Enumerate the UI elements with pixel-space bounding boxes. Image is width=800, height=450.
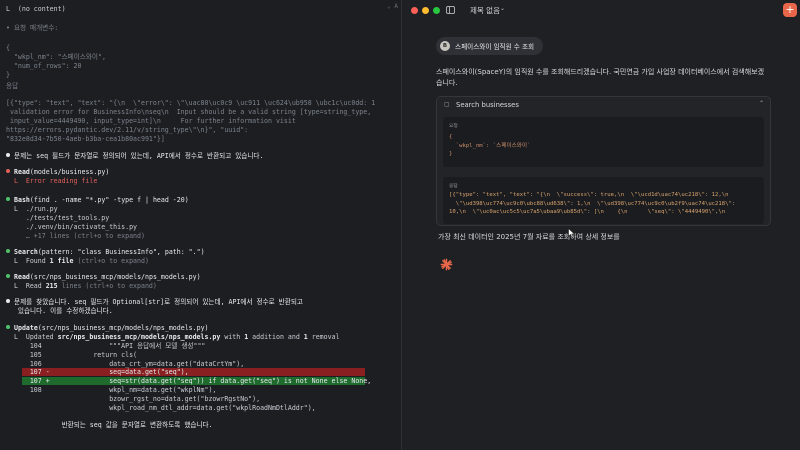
terminal-line: L (no content): [6, 5, 66, 13]
terminal-line: L ./run.py: [6, 205, 58, 213]
avatar: B: [440, 41, 450, 51]
terminal-error: L Error reading file: [6, 177, 98, 185]
tool-call-header[interactable]: ▢ Search businesses ⌃: [437, 97, 770, 114]
terminal-line: input_value=4449490, input_type=int]\n F…: [6, 117, 296, 125]
success-dot-icon: [6, 249, 10, 253]
terminal-message: 문제는 seq 필드가 문자열로 정의되어 있는데, API에서 정수로 반환되…: [6, 152, 263, 160]
error-dot-icon: [6, 169, 10, 173]
new-chat-button[interactable]: +: [783, 3, 797, 17]
request-code: { `wkpl_nm`: `스페이스와이` }: [449, 134, 531, 157]
chevron-up-icon[interactable]: ⌃: [759, 100, 764, 107]
terminal-line: {: [6, 44, 10, 52]
terminal-message: 반환되는 seq 값을 문자열로 변환하도록 했습니다.: [6, 421, 213, 429]
terminal-line: L Found 1 file (ctrl+o to expand): [6, 257, 149, 265]
diff-line: 106 data_crt_ym=data.get("dataCrtYm"),: [6, 360, 245, 368]
tool-name: Search businesses: [456, 101, 519, 109]
bullet-dot-icon: [6, 153, 10, 157]
terminal-line: 응답: [6, 82, 19, 90]
tool-call-read: Read(models/business.py): [6, 168, 109, 176]
diff-line: bzowr_rgst_no=data.get("bzowrRgstNo"),: [6, 395, 261, 403]
close-window-button[interactable]: [411, 7, 418, 14]
success-dot-icon: [6, 274, 10, 278]
response-label: 응답: [449, 184, 458, 189]
diff-added-line: 107 + seq=str(data.get("seq")) if data.g…: [6, 377, 372, 385]
plus-icon: +: [785, 3, 795, 16]
success-dot-icon: [6, 197, 10, 201]
terminal-line: https://errors.pydantic.dev/2.11/v/strin…: [6, 126, 249, 134]
user-message: B 스페이스와이 임직원 수 조회: [436, 37, 544, 55]
sidebar-toggle-icon[interactable]: [446, 6, 455, 14]
bullet-dot-icon: [6, 299, 10, 303]
terminal-scroll-indicator: ⌄ A⁠: [387, 3, 398, 10]
terminal-line: "wkpl_nm": "스페이스와이",: [6, 53, 106, 61]
tool-icon: ▢: [444, 101, 450, 108]
assistant-message: 스페이스와이(SpaceY)의 임직원 수를 조회해드리겠습니다. 국민연금 가…: [436, 68, 765, 87]
mouse-pointer-icon: [568, 228, 575, 238]
terminal-line: L Read 215 lines (ctrl+o to expand): [6, 282, 157, 290]
maximize-window-button[interactable]: [433, 7, 440, 14]
tool-call-read: Read(src/nps_business_mcp/models/nps_mod…: [6, 273, 201, 281]
chat-title[interactable]: 제목 없음: [470, 5, 500, 16]
assistant-message: 가장 최신 데이터인 2025년 7월 자료를 조회하여 상세 정보를: [438, 233, 620, 241]
request-label: 요청: [449, 124, 458, 129]
tool-call-update: Update(src/nps_business_mcp/models/nps_m…: [6, 324, 209, 332]
tool-call-bash: Bash(find . -name "*.py" -type f | head …: [6, 196, 189, 204]
terminal-line: "num_of_rows": 20: [6, 62, 82, 70]
terminal-line: ./.venv/bin/activate_this.py: [6, 223, 138, 231]
diff-line: 108 wkpl_nm=data.get("wkplNm"),: [6, 386, 217, 394]
terminal-line: • 요청 매개변수:: [6, 24, 59, 32]
terminal-line: "832e8d34-7b50-4aeb-b3ba-cea1b80ac991"}]: [6, 135, 165, 143]
terminal-line: }: [6, 71, 10, 79]
chevron-down-icon[interactable]: ⌄: [500, 5, 505, 12]
chat-app-window: 제목 없음 ⌄ + B 스페이스와이 임직원 수 조회 스페이스와이(Space…: [402, 0, 800, 450]
update-summary: L Updated src/nps_business_mcp/models/np…: [6, 333, 340, 341]
success-dot-icon: [6, 325, 10, 329]
title-bar: 제목 없음 ⌄ +: [402, 0, 800, 22]
tool-call-search: Search(pattern: "class BusinessInfo", pa…: [6, 248, 205, 256]
terminal-line: validation error for BusinessInfo\nseq\n…: [6, 108, 372, 116]
thinking-spinner-icon: [440, 258, 453, 271]
terminal-message: 문제를 찾았습니다. seq 필드가 Optional[str]로 정의되어 있…: [6, 298, 303, 306]
diff-removed-line: 107 - seq=data.get("seq"),: [6, 368, 189, 376]
expand-hint[interactable]: … +17 lines (ctrl+o to expand): [6, 232, 145, 240]
terminal-message: 있습니다. 이를 수정하겠습니다.: [17, 307, 113, 315]
minimize-window-button[interactable]: [422, 7, 429, 14]
terminal-line: [{"type": "text", "text": "{\n \"error\"…: [6, 99, 376, 107]
diff-line: 105 return cls(: [6, 351, 138, 359]
user-message-text: 스페이스와이 임직원 수 조회: [455, 43, 535, 51]
response-code: [{"type": "text", "text": "{\n \"success…: [449, 192, 736, 215]
tool-call-card: ▢ Search businesses ⌃ 요청 { `wkpl_nm`: `스…: [436, 96, 771, 226]
tool-response-section: 응답 [{"type": "text", "text": "{\n \"succ…: [443, 177, 764, 224]
diff-line: 104 """API 응답에서 모델 생성""": [6, 342, 206, 350]
terminal-line: ./tests/test_tools.py: [6, 214, 110, 222]
tool-request-section: 요청 { `wkpl_nm`: `스페이스와이` }: [443, 117, 764, 167]
diff-line: wkpl_road_nm_dtl_addr=data.get("wkplRoad…: [6, 404, 316, 412]
terminal-pane[interactable]: ⌄ A⁠ L (no content) • 요청 매개변수: { "wkpl_n…: [0, 0, 402, 450]
